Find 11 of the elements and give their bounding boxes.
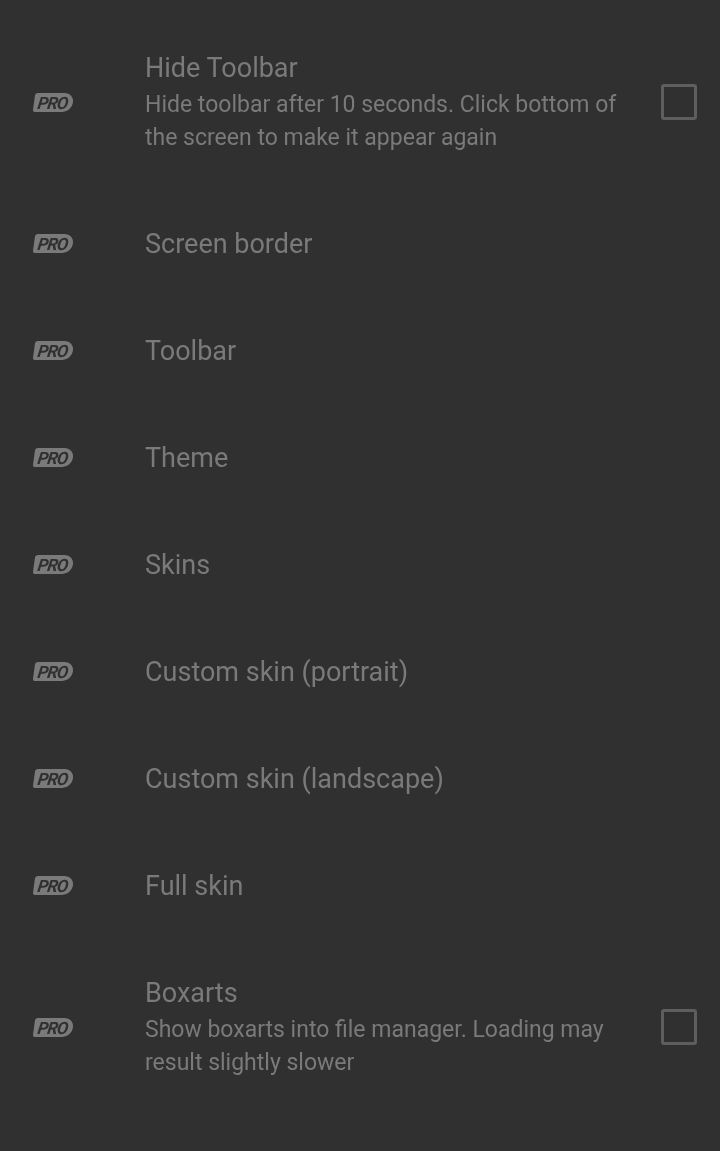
pro-badge: PRO xyxy=(32,341,74,360)
pro-badge: PRO xyxy=(32,662,74,681)
setting-summary: Hide toolbar after 10 seconds. Click bottom of the screen to make it appear again xyxy=(145,90,618,153)
setting-summary: Show boxarts into file manager. Loading may result slightly slower xyxy=(145,1015,605,1078)
pro-badge: PRO xyxy=(32,769,74,788)
pro-badge: PRO xyxy=(32,448,74,467)
pro-badge: PRO xyxy=(32,1017,74,1037)
pro-badge: PRO xyxy=(32,92,74,112)
pro-badge: PRO xyxy=(32,234,74,253)
pro-badge: PRO xyxy=(32,876,74,895)
pro-badge: PRO xyxy=(32,555,74,574)
